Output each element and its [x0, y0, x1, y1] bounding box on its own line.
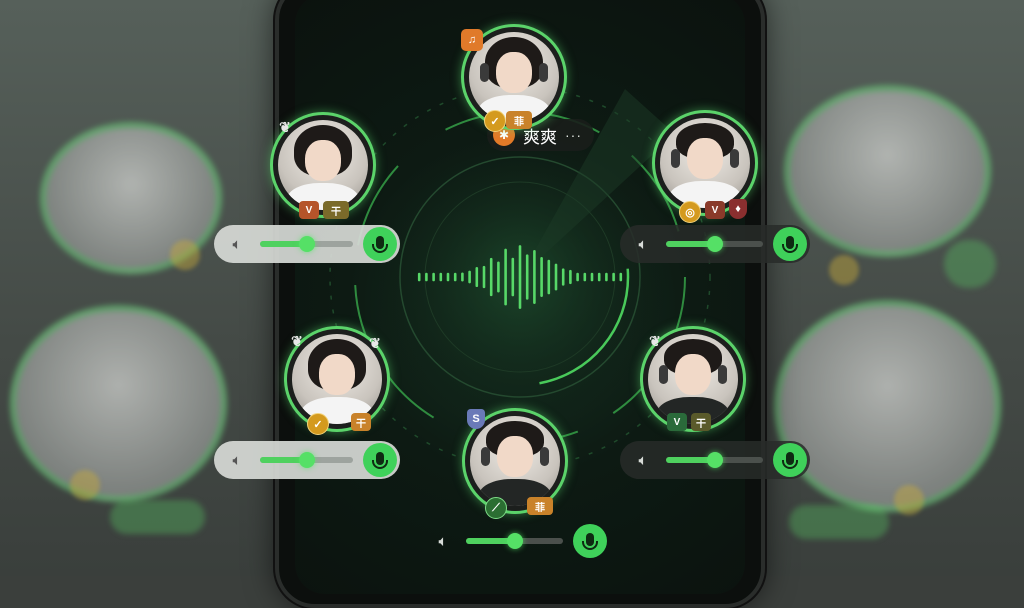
coin-badge-icon: ◎ [679, 201, 701, 223]
speaker-icon[interactable]: 🔈︎ [630, 450, 656, 470]
volume-slider[interactable] [466, 533, 563, 549]
level-tag-icon: 菲 [506, 111, 532, 129]
microphone-icon [782, 235, 798, 253]
volume-knob[interactable] [706, 236, 723, 252]
microphone-icon [582, 532, 598, 550]
blurred-badge [70, 470, 100, 500]
participant-avatar-upper-right[interactable]: ◎ V ♦ [652, 110, 758, 223]
volume-control: 🔈︎ [620, 441, 810, 479]
microphone-button[interactable] [573, 524, 607, 558]
participant-avatar-lower-right[interactable]: ❦ V 干 [640, 326, 746, 432]
coin-badge-icon: ⟋ [485, 497, 507, 519]
more-options-icon[interactable]: ··· [565, 127, 582, 143]
blurred-badge [170, 240, 200, 270]
volume-knob[interactable] [298, 452, 315, 468]
blurred-volume-bar [110, 500, 205, 534]
volume-control: 🔈︎ [620, 225, 810, 263]
speaker-icon[interactable]: 🔈︎ [630, 234, 656, 254]
wing-badge-icon: ❦ [369, 334, 381, 351]
microphone-button[interactable] [363, 227, 397, 261]
level-tag-icon: V [299, 201, 319, 219]
volume-slider[interactable] [666, 236, 763, 252]
blurred-avatar [774, 300, 1001, 512]
blurred-avatar [10, 305, 227, 502]
microphone-icon [372, 235, 388, 253]
level-tag-icon: V [667, 413, 687, 431]
level-tag-icon: V [705, 201, 725, 219]
volume-control: 🔈︎ [420, 522, 610, 560]
avatar-photo [660, 118, 750, 208]
shield-badge-icon: ♦ [729, 199, 747, 219]
shield-badge-icon: S [467, 409, 485, 429]
speaker-icon[interactable]: 🔈︎ [224, 450, 250, 470]
microphone-button[interactable] [363, 443, 397, 477]
blurred-volume-bar [789, 505, 889, 539]
blurred-badge [829, 255, 859, 285]
volume-slider[interactable] [260, 236, 353, 252]
level-tag-icon: 干 [323, 201, 349, 219]
microphone-button[interactable] [773, 443, 807, 477]
music-badge-icon: ♫ [461, 29, 483, 51]
blurred-avatar [784, 85, 991, 257]
wing-badge-icon: ❦ [279, 118, 291, 135]
volume-knob[interactable] [298, 236, 315, 252]
speaker-icon[interactable]: 🔈︎ [430, 531, 456, 551]
blurred-background-right [754, 0, 1024, 576]
level-tag-icon: 菲 [527, 497, 553, 515]
volume-control: 🔈︎ [214, 225, 400, 263]
coin-badge-icon: ✓ [307, 413, 329, 435]
level-tag-icon: 干 [351, 413, 371, 431]
level-tag-icon: 干 [691, 413, 711, 431]
participant-avatar-bottom[interactable]: S ⟋ 菲 [462, 408, 568, 519]
speaker-icon[interactable]: 🔈︎ [224, 234, 250, 254]
wing-badge-icon: ❦ [291, 332, 303, 349]
volume-knob[interactable] [506, 533, 523, 549]
volume-slider[interactable] [260, 452, 353, 468]
blurred-background-left [0, 0, 280, 576]
blurred-badge [894, 485, 924, 515]
coin-badge-icon: ✓ [484, 110, 506, 132]
avatar-photo [470, 416, 560, 506]
microphone-icon [782, 451, 798, 469]
microphone-button[interactable] [773, 227, 807, 261]
participant-avatar-top[interactable]: ♫ ✓ 菲 [461, 24, 567, 132]
volume-slider[interactable] [666, 452, 763, 468]
participant-avatar-upper-left[interactable]: ❦ V 干 [270, 112, 376, 219]
wing-badge-icon: ❦ [649, 332, 661, 349]
volume-control: 🔈︎ [214, 441, 400, 479]
volume-knob[interactable] [706, 452, 723, 468]
microphone-icon [372, 451, 388, 469]
participant-avatar-lower-left[interactable]: ❦ ❦ ✓ 干 [284, 326, 390, 435]
blurred-mic-button [944, 240, 996, 288]
